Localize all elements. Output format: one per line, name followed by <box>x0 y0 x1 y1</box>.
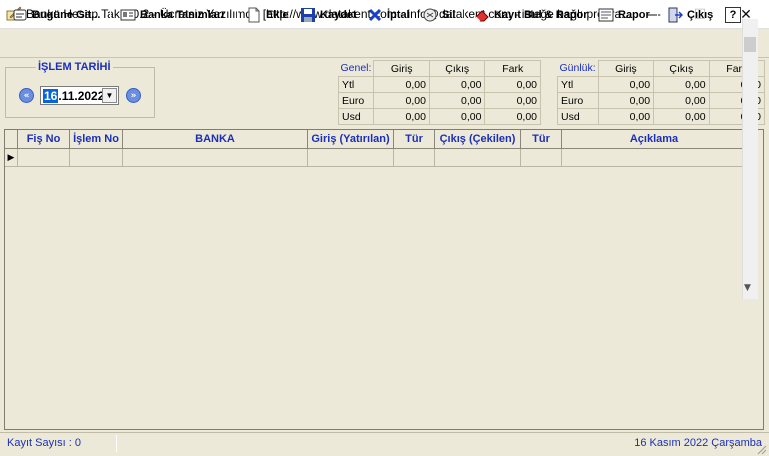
row-label: Usd <box>557 108 599 125</box>
date-month-year: .11.2022 <box>58 88 105 103</box>
general-summary-title: Genel: <box>340 62 372 75</box>
chevron-down-icon[interactable]: ▼ <box>102 88 117 103</box>
record-count: Kayıt Sayısı : 0 <box>7 437 81 449</box>
value-cell: 0,00 <box>597 76 655 93</box>
add-button[interactable]: Ekle <box>244 3 291 26</box>
exit-door-icon <box>668 7 683 22</box>
row-label: Euro <box>337 92 375 109</box>
help-button[interactable]: ? <box>723 3 743 26</box>
value-cell: 0,00 <box>428 92 486 109</box>
vertical-scrollbar[interactable] <box>742 19 758 299</box>
column-header-cikis[interactable]: Çıkış (Çekilen) <box>435 130 521 149</box>
report-icon <box>598 8 614 21</box>
column-header-aciklama[interactable]: Açıklama <box>562 130 747 149</box>
row-label: Ytl <box>557 76 599 93</box>
row-label: Euro <box>557 92 599 109</box>
column-header: Fark <box>484 60 541 77</box>
help-icon: ? <box>725 6 741 23</box>
save-label: Kaydet <box>320 8 357 21</box>
value-cell: 0,00 <box>373 92 430 109</box>
column-header: Çıkış <box>428 60 486 77</box>
delete-button[interactable]: Sil <box>420 3 457 26</box>
cell-cikis[interactable] <box>435 149 521 167</box>
next-day-button[interactable]: » <box>126 88 141 103</box>
exit-button[interactable]: Çıkış <box>665 3 715 26</box>
date-picker[interactable]: 16.11.2022 ▼ <box>40 86 119 105</box>
value-cell: 0,00 <box>373 108 430 125</box>
column-header-fis-no[interactable]: Fiş No <box>18 130 70 149</box>
eraser-icon <box>475 9 489 21</box>
previous-day-button[interactable]: « <box>19 88 34 103</box>
cell-aciklama[interactable] <box>562 149 747 167</box>
new-document-icon <box>248 7 260 22</box>
cell-tur-giris[interactable] <box>394 149 435 167</box>
trash-icon <box>423 8 437 21</box>
column-header-tur-cikis[interactable]: Tür <box>521 130 562 149</box>
value-cell: 0,00 <box>484 76 541 93</box>
row-indicator-header <box>5 130 18 149</box>
grid-header-row: Fiş No İşlem No BANKA Giriş (Yatırılan) … <box>5 130 747 149</box>
date-day-selected: 16 <box>43 88 59 103</box>
bank-definitions-button[interactable]: Banka Tanımları <box>118 3 226 26</box>
value-cell: 0,00 <box>653 92 710 109</box>
toolbar-separator <box>237 5 238 24</box>
today-button[interactable]: Bugüne Git... <box>10 3 102 26</box>
value-cell: 0,00 <box>597 92 655 109</box>
id-card-icon <box>120 9 136 20</box>
column-header-giris[interactable]: Giriş (Yatırılan) <box>308 130 394 149</box>
x-icon <box>368 8 382 21</box>
report-button[interactable]: Rapor <box>596 3 652 26</box>
toolbar-separator <box>110 5 111 24</box>
today-label: Bugüne Git... <box>32 8 101 21</box>
find-report-label: Kayıt Bul & Rapor <box>494 8 588 21</box>
value-cell: 0,00 <box>428 108 486 125</box>
toolbar <box>0 29 769 58</box>
value-cell: 0,00 <box>653 76 710 93</box>
column-header: Çıkış <box>653 60 710 77</box>
date-group-label: İŞLEM TARİHİ <box>36 61 113 73</box>
hand-icon <box>13 9 27 20</box>
cancel-button[interactable]: İptal <box>365 3 412 26</box>
row-label: Usd <box>337 108 375 125</box>
column-header: Giriş <box>373 60 430 77</box>
transactions-grid[interactable]: Fiş No İşlem No BANKA Giriş (Yatırılan) … <box>4 129 764 430</box>
toolbar-separator <box>657 5 658 24</box>
daily-summary-table: Günlük: Giriş Çıkış Fark Ytl 0,00 0,00 0… <box>557 60 766 125</box>
report-label: Rapor <box>618 8 650 21</box>
bank-definitions-label: Banka Tanımları <box>140 8 225 21</box>
general-summary-table: Genel: Giriş Çıkış Fark Ytl 0,00 0,00 0,… <box>337 60 541 125</box>
status-date: 16 Kasım 2022 Çarşamba <box>634 437 762 449</box>
scrollbar-thumb[interactable] <box>744 37 756 52</box>
value-cell: 0,00 <box>373 76 430 93</box>
value-cell: 0,00 <box>484 108 541 125</box>
resize-grip-icon[interactable] <box>755 443 767 455</box>
current-row-marker-icon: ▶ <box>5 149 18 167</box>
cancel-label: İptal <box>387 8 410 21</box>
column-header-banka[interactable]: BANKA <box>123 130 308 149</box>
daily-summary-title: Günlük: <box>559 62 596 75</box>
cell-tur-cikis[interactable] <box>521 149 562 167</box>
find-report-button[interactable]: Kayıt Bul & Rapor <box>472 3 590 26</box>
column-header-tur-giris[interactable]: Tür <box>394 130 435 149</box>
delete-label: Sil <box>442 8 456 21</box>
value-cell: 0,00 <box>653 108 710 125</box>
table-row[interactable]: ▶ <box>5 149 747 167</box>
cell-fis-no[interactable] <box>18 149 70 167</box>
toolbar-separator <box>464 5 465 24</box>
floppy-disk-icon <box>301 7 315 22</box>
scroll-down-icon[interactable]: ▼ <box>744 283 751 293</box>
cell-giris[interactable] <box>308 149 394 167</box>
status-separator <box>116 435 117 452</box>
cell-islem-no[interactable] <box>70 149 123 167</box>
value-cell: 0,00 <box>428 76 486 93</box>
save-button[interactable]: Kaydet <box>298 3 359 26</box>
value-cell: 0,00 <box>597 108 655 125</box>
column-header-islem-no[interactable]: İşlem No <box>70 130 123 149</box>
row-label: Ytl <box>337 76 375 93</box>
column-header: Giriş <box>597 60 655 77</box>
exit-label: Çıkış <box>687 8 714 21</box>
cell-banka[interactable] <box>123 149 308 167</box>
add-label: Ekle <box>266 8 289 21</box>
value-cell: 0,00 <box>484 92 541 109</box>
